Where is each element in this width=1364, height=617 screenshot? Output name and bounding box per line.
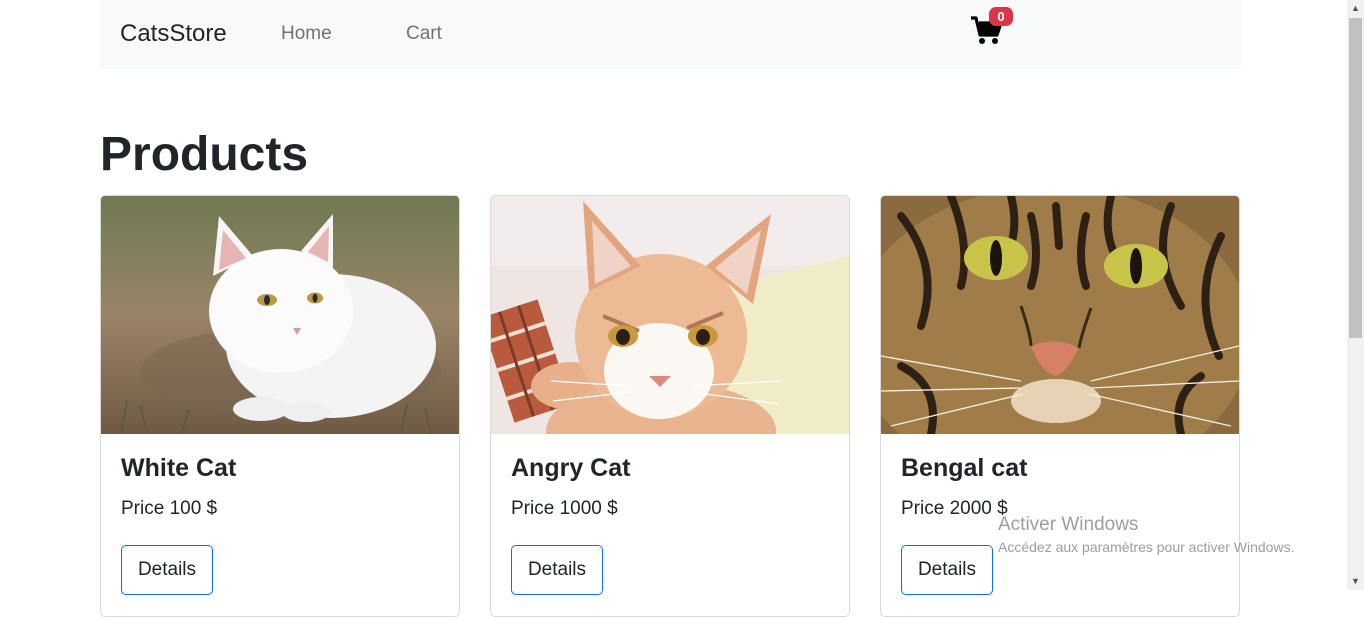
cart-count-badge: 0	[989, 7, 1013, 26]
product-card: White Cat Price 100 $ Details	[100, 195, 460, 617]
product-price: Price 2000 $	[901, 498, 1008, 519]
scrollbar-thumb[interactable]	[1349, 18, 1362, 338]
details-button[interactable]: Details	[121, 545, 213, 595]
angry-cat-photo	[491, 196, 849, 434]
product-name: White Cat	[121, 454, 237, 482]
product-card: Angry Cat Price 1000 $ Details	[490, 195, 850, 617]
white-cat-photo	[101, 196, 459, 434]
scroll-up-arrow-icon[interactable]: ▲	[1347, 0, 1364, 17]
nav-link-home[interactable]: Home	[281, 23, 332, 45]
product-price: Price 1000 $	[511, 498, 618, 519]
navbar: CatsStore Home Cart 0	[100, 0, 1241, 69]
product-price: Price 100 $	[121, 498, 218, 519]
product-name: Bengal cat	[901, 454, 1028, 482]
vertical-scrollbar[interactable]: ▲ ▼	[1347, 0, 1364, 590]
product-card: Bengal cat Price 2000 $ Details	[880, 195, 1240, 617]
product-name: Angry Cat	[511, 454, 631, 482]
bengal-cat-photo	[881, 196, 1239, 434]
page-title: Products	[100, 128, 309, 181]
nav-link-cart[interactable]: Cart	[406, 23, 442, 45]
details-button[interactable]: Details	[901, 545, 993, 595]
details-button[interactable]: Details	[511, 545, 603, 595]
scroll-down-arrow-icon[interactable]: ▼	[1347, 573, 1364, 590]
brand-link[interactable]: CatsStore	[120, 20, 227, 48]
